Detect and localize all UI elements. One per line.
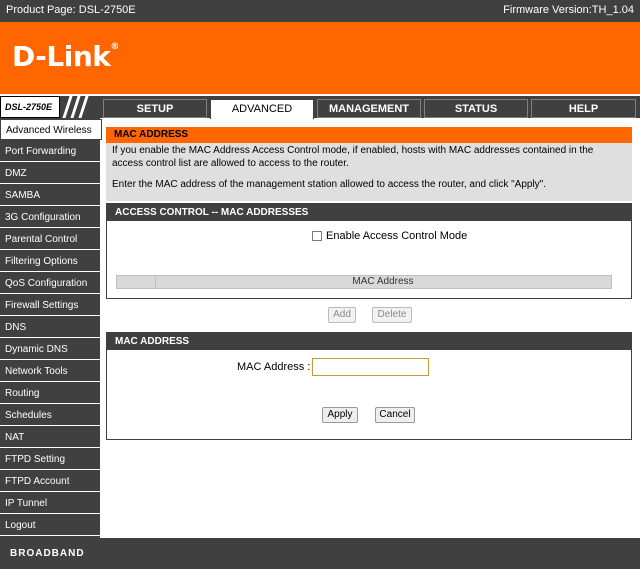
intro-body: If you enable the MAC Address Access Con… — [106, 143, 632, 201]
sidebar-item-nat[interactable]: NAT — [0, 427, 100, 448]
access-control-title: ACCESS CONTROL -- MAC ADDRESSES — [107, 204, 631, 221]
decorative-stripes — [60, 96, 100, 118]
sidebar-item-3g-configuration[interactable]: 3G Configuration — [0, 207, 100, 228]
top-bar: Product Page: DSL-2750E Firmware Version… — [0, 0, 640, 22]
tab-advanced[interactable]: ADVANCED — [210, 99, 314, 119]
sidebar-item-filtering-options[interactable]: Filtering Options — [0, 251, 100, 272]
apply-button[interactable]: Apply — [322, 407, 358, 423]
intro-text-2: Enter the MAC address of the management … — [112, 179, 546, 190]
tab-management[interactable]: MANAGEMENT — [317, 99, 421, 118]
sidebar-item-ftpd-setting[interactable]: FTPD Setting — [0, 449, 100, 470]
tab-help[interactable]: HELP — [531, 99, 636, 118]
mac-address-input[interactable] — [312, 358, 429, 376]
sidebar-item-logout[interactable]: Logout — [0, 515, 100, 536]
sidebar-item-ftpd-account[interactable]: FTPD Account — [0, 471, 100, 492]
firmware-version-label: Firmware Version:TH_1.04 — [503, 4, 634, 16]
intro-text-1: If you enable the MAC Address Access Con… — [112, 145, 594, 169]
tab-setup[interactable]: SETUP — [103, 99, 207, 118]
sidebar-item-advanced-wireless[interactable]: Advanced Wireless — [0, 119, 102, 140]
sidebar-item-dns[interactable]: DNS — [0, 317, 100, 338]
table-header-select-column — [117, 276, 156, 288]
sidebar-item-port-forwarding[interactable]: Port Forwarding — [0, 141, 100, 162]
sidebar-item-schedules[interactable]: Schedules — [0, 405, 100, 426]
delete-button[interactable]: Delete — [372, 307, 412, 323]
sidebar-item-dynamic-dns[interactable]: Dynamic DNS — [0, 339, 100, 360]
table-header-mac-address: MAC Address — [352, 276, 414, 287]
footer-broadband-label: BROADBAND — [10, 548, 85, 559]
intro-title: MAC ADDRESS — [106, 127, 632, 143]
sidebar-item-ip-tunnel[interactable]: IP Tunnel — [0, 493, 100, 514]
footer — [0, 538, 640, 569]
mac-address-table-header: MAC Address — [116, 275, 612, 289]
product-page-label: Product Page: DSL-2750E — [6, 4, 136, 16]
mac-address-field-label: MAC Address : — [237, 361, 311, 373]
enable-access-control-label: Enable Access Control Mode — [326, 230, 468, 242]
sidebar-item-samba[interactable]: SAMBA — [0, 185, 100, 206]
cancel-button[interactable]: Cancel — [375, 407, 415, 423]
sidebar-item-dmz[interactable]: DMZ — [0, 163, 100, 184]
sidebar-item-network-tools[interactable]: Network Tools — [0, 361, 100, 382]
add-button[interactable]: Add — [328, 307, 356, 323]
intro-section: MAC ADDRESS If you enable the MAC Addres… — [106, 127, 632, 201]
mac-address-form-title: MAC ADDRESS — [107, 333, 631, 350]
sidebar-item-parental-control[interactable]: Parental Control — [0, 229, 100, 250]
sidebar-item-qos-configuration[interactable]: QoS Configuration — [0, 273, 100, 294]
model-label: DSL-2750E — [0, 96, 60, 118]
enable-access-control-checkbox[interactable] — [312, 231, 322, 241]
sidebar-divider — [100, 118, 102, 538]
tab-status[interactable]: STATUS — [424, 99, 528, 118]
dlink-logo: D-Link® — [12, 40, 119, 73]
sidebar-item-firewall-settings[interactable]: Firewall Settings — [0, 295, 100, 316]
mac-address-form-section: MAC ADDRESS — [106, 332, 632, 440]
sidebar-item-routing[interactable]: Routing — [0, 383, 100, 404]
